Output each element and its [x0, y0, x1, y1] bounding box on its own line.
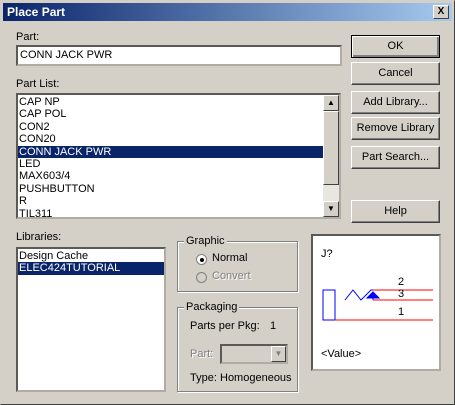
part-list-item[interactable]: CAP NP — [18, 96, 323, 108]
close-icon[interactable]: X — [433, 5, 449, 19]
part-list-item[interactable]: CON20 — [18, 133, 323, 145]
libraries-label: Libraries: — [16, 231, 62, 243]
pin-1-number: 1 — [398, 306, 405, 318]
ok-button[interactable]: OK — [351, 35, 440, 58]
part-input-value: CONN JACK PWR — [20, 49, 113, 61]
help-button[interactable]: Help — [351, 200, 440, 223]
part-list-item[interactable]: CAP POL — [18, 108, 323, 120]
convert-radio-label: Convert — [212, 270, 251, 282]
pin-3-number: 3 — [398, 288, 405, 300]
normal-radio[interactable] — [196, 254, 207, 265]
graphic-group-label: Graphic — [184, 235, 227, 247]
part-list-item[interactable]: PUSHBUTTON — [18, 183, 323, 195]
parts-per-pkg-value: 1 — [270, 320, 277, 332]
part-list-item[interactable]: CON2 — [18, 121, 323, 133]
type-label: Type: — [190, 372, 217, 384]
part-list-item[interactable]: TIL311 — [18, 208, 323, 220]
radio-selected-dot — [200, 258, 204, 262]
part-list-items: CAP NP CAP POL CON2 CON20 CONN JACK PWR LED MA… — [18, 96, 323, 220]
graphic-group: Graphic Normal Convert — [177, 235, 298, 292]
chevron-down-icon: ▼ — [271, 346, 286, 362]
title-bar[interactable]: Place Part X — [3, 3, 452, 21]
part-list[interactable]: CAP NP CAP POL CON2 CON20 CONN JACK PWR LED MA… — [16, 93, 341, 220]
scroll-down-icon[interactable]: ▼ — [323, 201, 339, 217]
part-list-label: Part List: — [16, 78, 60, 90]
normal-radio-label: Normal — [212, 252, 248, 264]
packaging-group: Packaging Parts per Pkg: 1 Part: ▼ Type:… — [177, 301, 298, 392]
part-select: ▼ — [220, 344, 288, 364]
packaging-group-label: Packaging — [184, 301, 240, 313]
part-preview: J? 2 3 1 <Value> — [311, 234, 441, 371]
jack-body — [322, 289, 336, 321]
remove-library-button[interactable]: Remove Library — [351, 117, 440, 140]
pin-2-number: 2 — [398, 276, 405, 288]
cancel-button[interactable]: Cancel — [351, 62, 440, 85]
library-item[interactable]: Design Cache — [18, 250, 164, 262]
part-select-label: Part: — [190, 348, 214, 360]
scroll-thumb[interactable] — [323, 111, 339, 185]
part-list-item[interactable]: R — [18, 195, 323, 207]
part-search-button[interactable]: Part Search... — [351, 146, 440, 169]
preview-value: <Value> — [321, 348, 362, 360]
part-input[interactable]: CONN JACK PWR — [16, 45, 342, 66]
convert-radio — [196, 272, 207, 283]
type-value: Homogeneous — [220, 372, 292, 384]
part-list-scrollbar[interactable]: ▲ ▼ — [323, 95, 339, 217]
libraries-items: Design Cache ELEC424TUTORIAL — [18, 250, 164, 275]
library-item[interactable]: ELEC424TUTORIAL — [18, 262, 164, 275]
part-list-item[interactable]: CONN JACK PWR — [18, 145, 323, 158]
scroll-up-icon[interactable]: ▲ — [323, 95, 339, 111]
libraries-list[interactable]: Design Cache ELEC424TUTORIAL — [16, 247, 166, 392]
part-list-item[interactable]: MAX603/4 — [18, 170, 323, 182]
place-part-dialog: Place Part X Part: CONN JACK PWR Part Li… — [0, 0, 455, 405]
dialog-title: Place Part — [7, 5, 66, 19]
part-list-item[interactable]: LED — [18, 158, 323, 170]
part-label: Part: — [16, 31, 40, 43]
parts-per-pkg-label: Parts per Pkg: — [190, 320, 260, 332]
add-library-button[interactable]: Add Library... — [351, 91, 440, 114]
